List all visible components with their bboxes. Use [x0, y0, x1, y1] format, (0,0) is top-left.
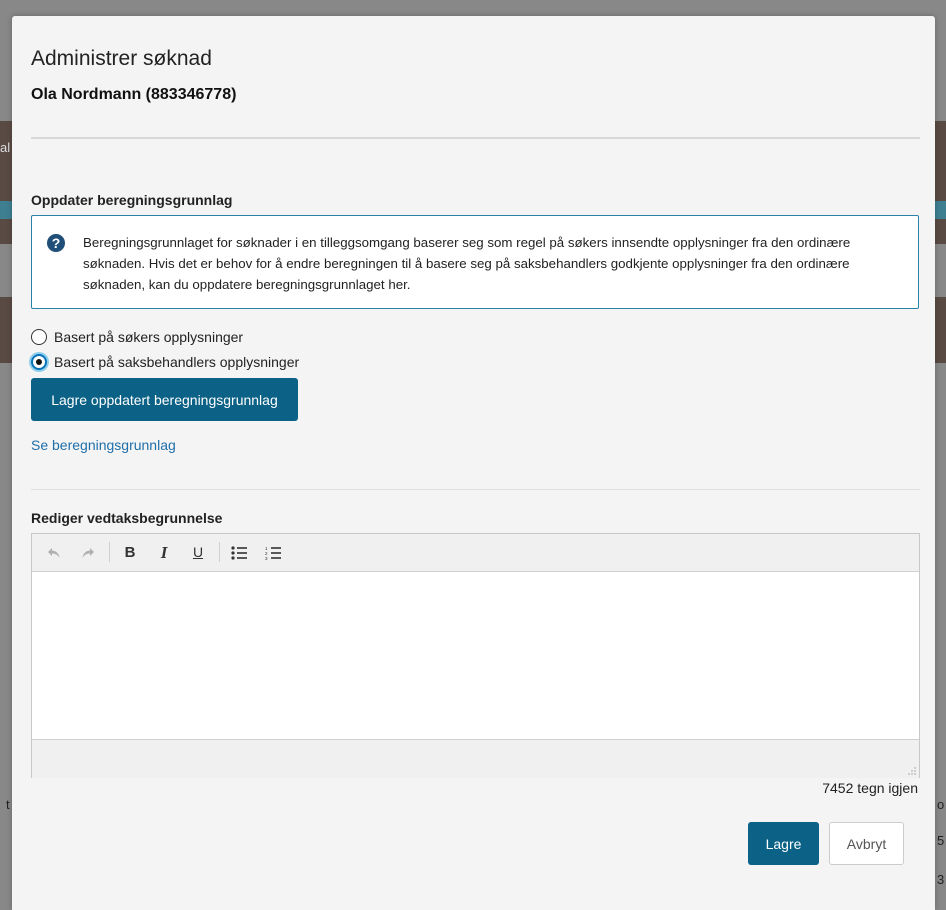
calc-basis-heading: Oppdater beregningsgrunnlag [31, 192, 233, 208]
char-counter: 7452 tegn igjen [822, 780, 918, 796]
background-text: o [937, 797, 945, 812]
save-calc-basis-button[interactable]: Lagre oppdatert beregningsgrunnlag [31, 378, 298, 421]
cancel-button[interactable]: Avbryt [829, 822, 904, 865]
undo-icon[interactable] [43, 534, 65, 571]
rich-text-editor: B I U 1 2 3 [31, 533, 920, 778]
save-button[interactable]: Lagre [748, 822, 819, 865]
background-text: 5 [937, 833, 945, 848]
editor-text-area[interactable] [32, 572, 919, 738]
resize-handle-icon[interactable] [908, 767, 916, 775]
edit-justification-heading: Rediger vedtaksbegrunnelse [31, 510, 223, 526]
background-text: t [6, 797, 10, 812]
radio-button-selected[interactable] [31, 354, 47, 370]
editor-toolbar: B I U 1 2 3 [32, 534, 919, 572]
radio-label: Basert på saksbehandlers opplysninger [54, 354, 300, 370]
background-text: 3 [937, 872, 945, 887]
svg-text:3: 3 [265, 556, 268, 560]
bullet-list-icon[interactable] [228, 534, 250, 571]
divider [31, 137, 920, 139]
view-calc-basis-link[interactable]: Se beregningsgrunnlag [31, 437, 176, 453]
manage-application-modal: Administrer søknad Ola Nordmann (8833467… [12, 16, 935, 910]
modal-title: Administrer søknad [31, 47, 212, 70]
applicant-name: Ola Nordmann (883346778) [31, 86, 237, 103]
info-text: Beregningsgrunnlaget for søknader i en t… [83, 235, 851, 292]
radio-label: Basert på søkers opplysninger [54, 329, 244, 345]
underline-button[interactable]: U [187, 534, 209, 571]
question-circle-icon: ? [47, 234, 65, 252]
redo-icon[interactable] [77, 534, 99, 571]
radio-caseworker-info[interactable]: Basert på saksbehandlers opplysninger [31, 352, 299, 372]
background-text: al [0, 140, 11, 155]
numbered-list-icon[interactable]: 1 2 3 [262, 534, 284, 571]
editor-statusbar [32, 739, 919, 778]
toolbar-separator [219, 542, 220, 562]
italic-button[interactable]: I [153, 534, 175, 571]
toolbar-separator [109, 542, 110, 562]
divider [31, 489, 920, 490]
info-box: ? Beregningsgrunnlaget for søknader i en… [31, 215, 919, 309]
radio-applicant-info[interactable]: Basert på søkers opplysninger [31, 327, 243, 347]
radio-button[interactable] [31, 329, 47, 345]
bold-button[interactable]: B [119, 534, 141, 571]
